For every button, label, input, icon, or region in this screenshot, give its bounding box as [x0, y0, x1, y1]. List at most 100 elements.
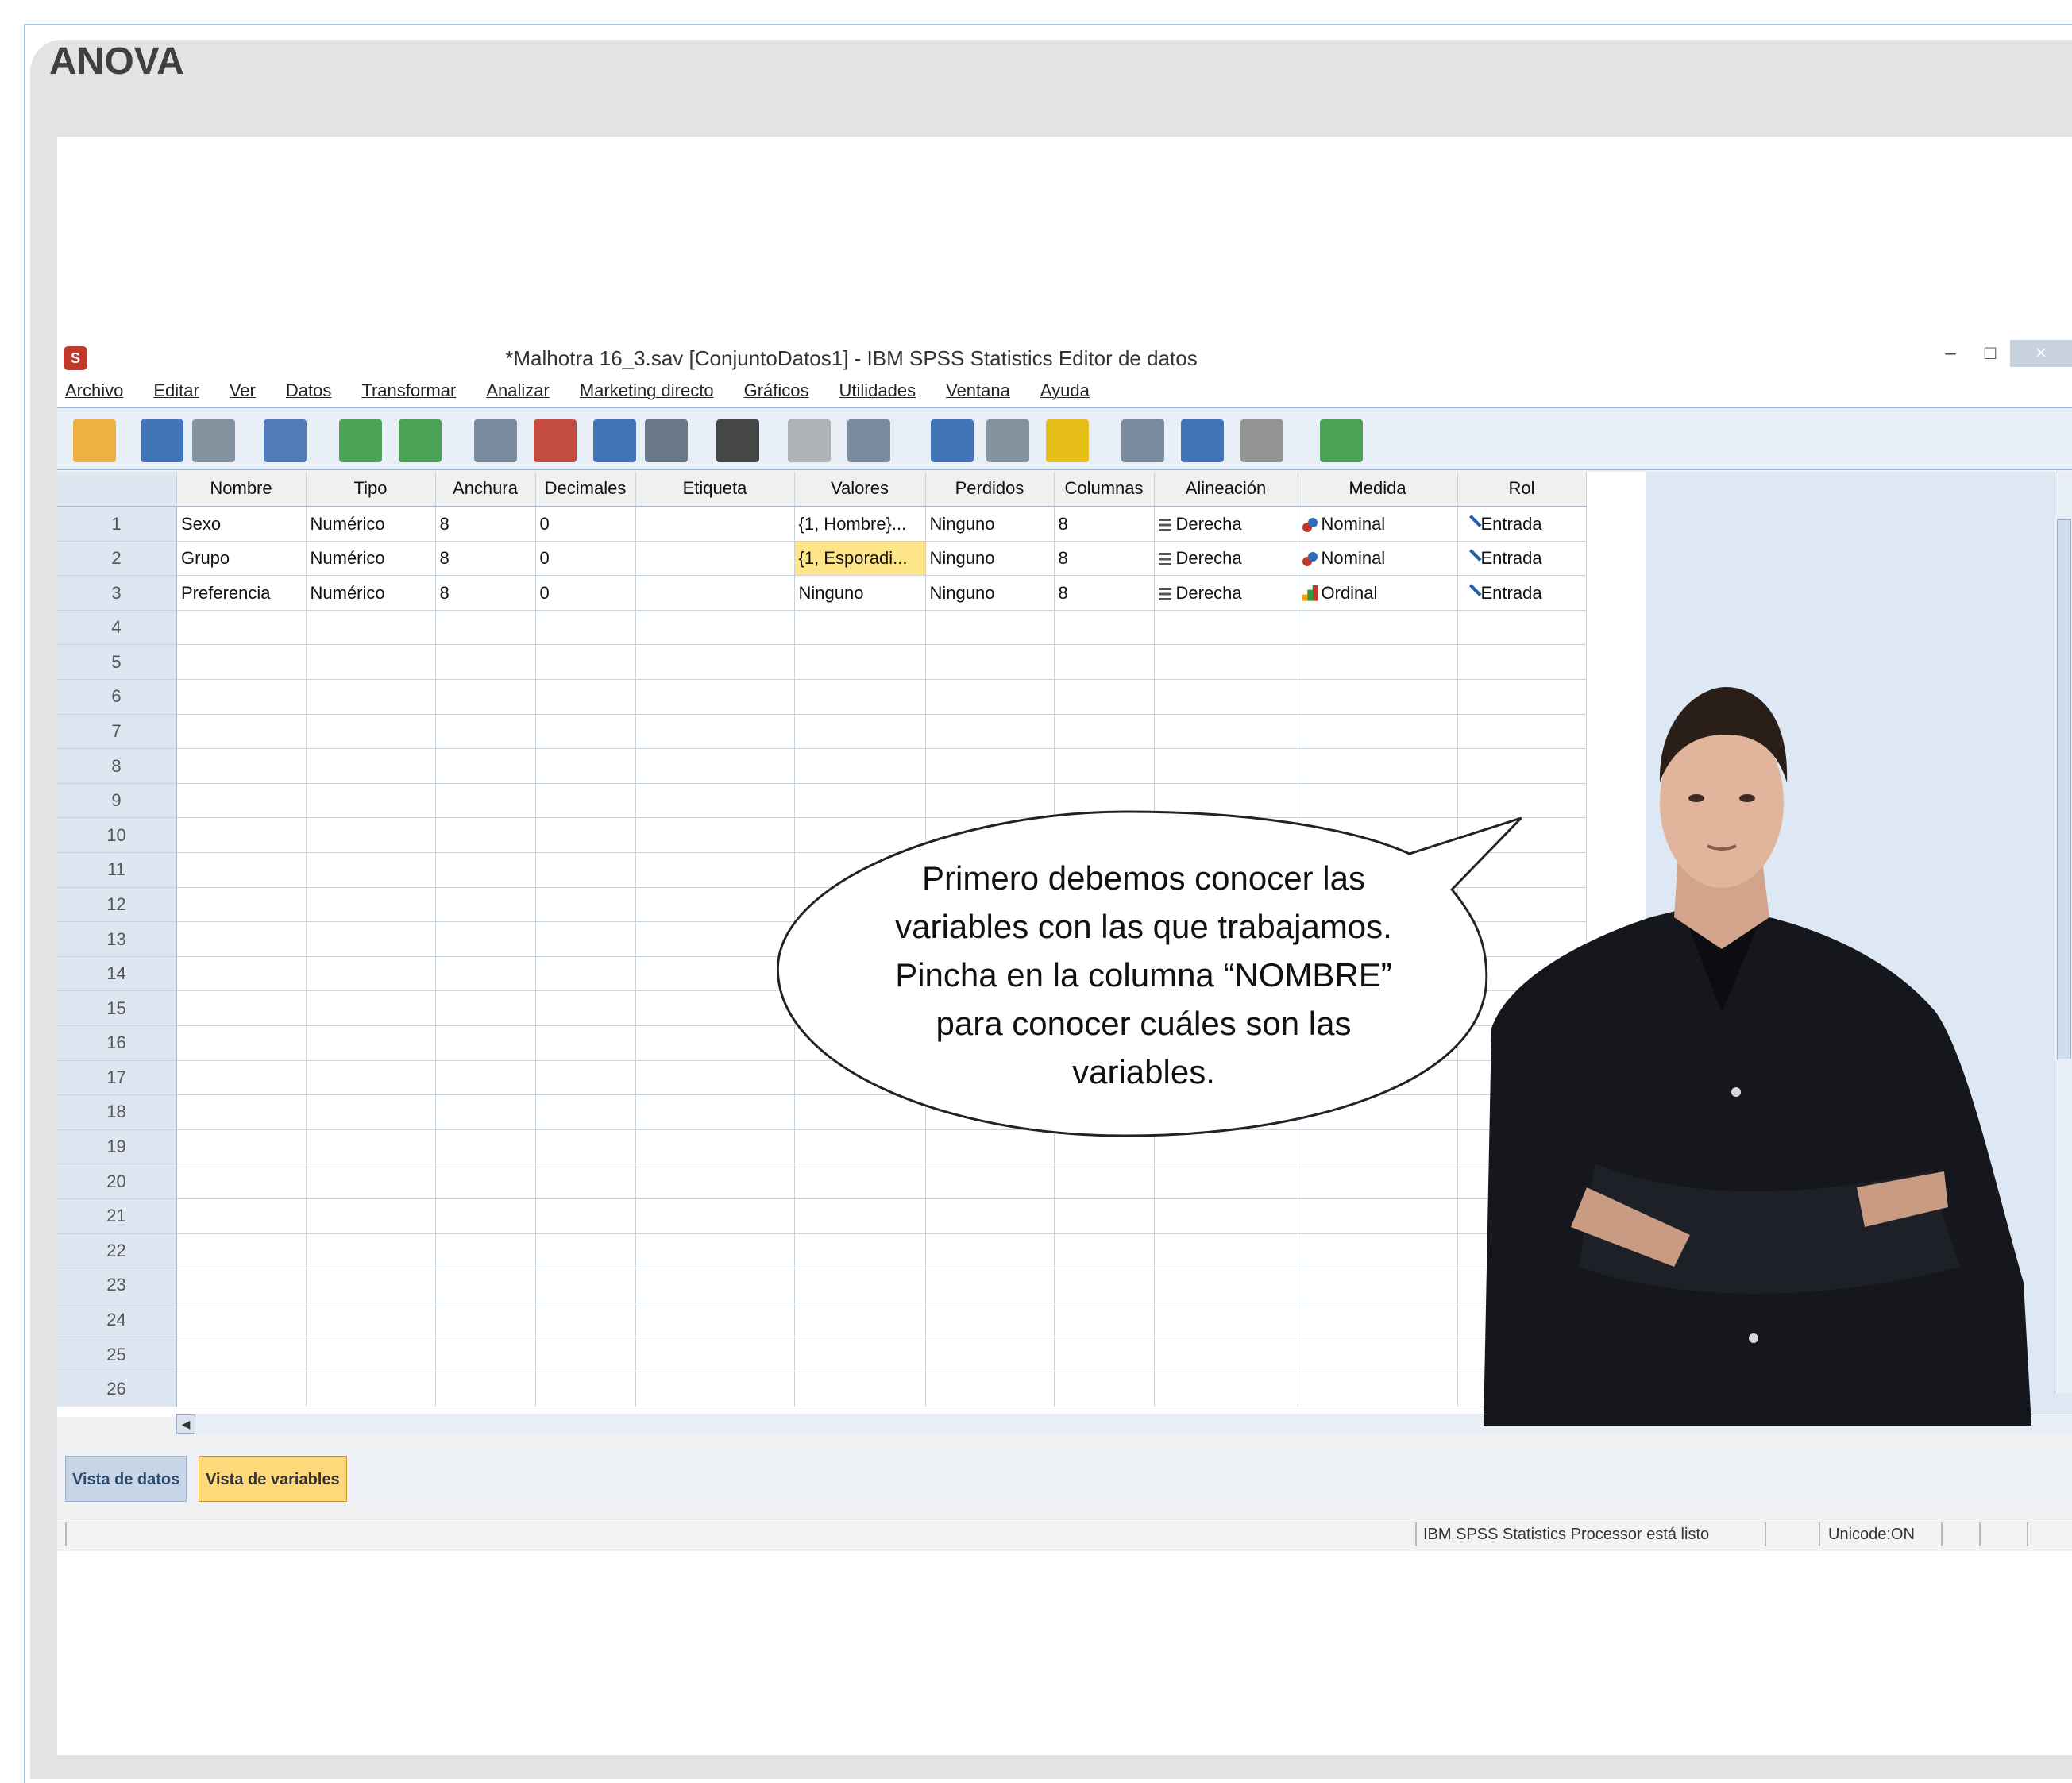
goto-case-icon[interactable]	[474, 419, 517, 462]
table-cell[interactable]	[635, 575, 795, 611]
row-header[interactable]: 6	[57, 679, 177, 715]
column-header-alineación[interactable]: Alineación	[1154, 472, 1298, 507]
table-cell[interactable]	[306, 921, 436, 957]
table-cell[interactable]	[176, 1060, 307, 1096]
menu-0[interactable]: Archivo	[65, 380, 123, 401]
row-header[interactable]: 19	[57, 1129, 177, 1165]
table-cell[interactable]	[306, 748, 436, 784]
table-cell[interactable]	[635, 679, 795, 715]
table-cell[interactable]	[306, 887, 436, 923]
table-cell[interactable]	[176, 1337, 307, 1372]
table-cell[interactable]	[306, 817, 436, 854]
table-cell[interactable]	[306, 1233, 436, 1269]
table-cell[interactable]: 8	[1054, 541, 1155, 577]
menu-5[interactable]: Analizar	[486, 380, 549, 401]
table-cell[interactable]	[1054, 1372, 1155, 1407]
table-cell[interactable]	[176, 1025, 307, 1061]
table-cell[interactable]	[306, 714, 436, 750]
row-header[interactable]: 20	[57, 1164, 177, 1199]
row-header[interactable]: 26	[57, 1372, 177, 1407]
table-cell[interactable]	[535, 1094, 636, 1130]
minimize-button[interactable]: –	[1931, 340, 1970, 367]
vertical-scroll-thumb[interactable]	[2057, 519, 2071, 1059]
table-cell[interactable]	[306, 679, 436, 715]
table-cell[interactable]	[1054, 644, 1155, 681]
table-cell[interactable]	[306, 610, 436, 646]
row-header[interactable]: 22	[57, 1233, 177, 1269]
table-cell[interactable]	[635, 610, 795, 646]
row-header[interactable]: 4	[57, 610, 177, 646]
menu-8[interactable]: Utilidades	[839, 380, 916, 401]
row-header[interactable]: 23	[57, 1268, 177, 1303]
table-cell[interactable]	[635, 1337, 795, 1372]
menu-7[interactable]: Gráficos	[744, 380, 809, 401]
find-icon[interactable]	[716, 419, 759, 462]
scroll-left-arrow-icon[interactable]: ◀	[176, 1414, 195, 1434]
table-cell[interactable]	[794, 1337, 926, 1372]
table-cell[interactable]	[535, 990, 636, 1026]
table-cell[interactable]	[794, 1268, 926, 1303]
table-cell[interactable]: Sexo	[176, 506, 307, 542]
table-cell[interactable]	[435, 921, 536, 957]
table-cell[interactable]	[306, 990, 436, 1026]
table-cell[interactable]	[176, 990, 307, 1026]
row-header[interactable]: 7	[57, 714, 177, 750]
table-cell[interactable]	[925, 1268, 1055, 1303]
table-cell[interactable]	[176, 1372, 307, 1407]
table-cell[interactable]	[635, 1198, 795, 1234]
table-cell[interactable]	[1054, 610, 1155, 646]
table-cell[interactable]	[1154, 1198, 1298, 1234]
undo-icon[interactable]	[339, 419, 382, 462]
table-cell[interactable]	[1298, 1303, 1458, 1338]
row-header[interactable]: 15	[57, 990, 177, 1026]
table-cell[interactable]	[535, 1060, 636, 1096]
table-cell[interactable]	[306, 644, 436, 681]
variables-icon[interactable]	[593, 419, 636, 462]
table-cell[interactable]	[306, 956, 436, 992]
table-cell[interactable]	[176, 1198, 307, 1234]
table-cell[interactable]	[435, 748, 536, 784]
table-cell[interactable]	[435, 783, 536, 819]
maximize-button[interactable]: □	[1970, 340, 2010, 367]
table-cell[interactable]	[435, 1233, 536, 1269]
run-descriptives-icon[interactable]	[645, 419, 688, 462]
table-cell[interactable]	[1298, 679, 1458, 715]
table-cell[interactable]: Derecha	[1154, 575, 1298, 611]
table-cell[interactable]	[794, 1233, 926, 1269]
table-cell[interactable]	[435, 1025, 536, 1061]
table-cell[interactable]	[925, 1198, 1055, 1234]
table-cell[interactable]: 8	[435, 575, 536, 611]
table-cell[interactable]	[306, 1094, 436, 1130]
table-cell[interactable]	[635, 644, 795, 681]
table-cell[interactable]	[535, 714, 636, 750]
table-cell[interactable]	[635, 1233, 795, 1269]
row-header[interactable]: 10	[57, 817, 177, 854]
table-cell[interactable]: 8	[1054, 506, 1155, 542]
table-cell[interactable]	[176, 1303, 307, 1338]
table-cell[interactable]	[176, 679, 307, 715]
table-cell[interactable]	[535, 817, 636, 854]
table-cell[interactable]	[1054, 1164, 1155, 1199]
table-cell[interactable]	[1154, 610, 1298, 646]
row-header[interactable]: 12	[57, 887, 177, 923]
column-header-tipo[interactable]: Tipo	[306, 472, 436, 507]
table-cell[interactable]: Preferencia	[176, 575, 307, 611]
row-header[interactable]: 17	[57, 1060, 177, 1096]
table-cell[interactable]	[306, 1268, 436, 1303]
table-cell[interactable]	[435, 1129, 536, 1165]
table-cell[interactable]	[435, 956, 536, 992]
table-cell[interactable]	[1054, 679, 1155, 715]
table-cell[interactable]	[635, 1268, 795, 1303]
table-cell[interactable]	[535, 1372, 636, 1407]
table-cell[interactable]	[176, 748, 307, 784]
table-cell[interactable]	[176, 1164, 307, 1199]
table-cell[interactable]	[435, 817, 536, 854]
table-cell[interactable]: Numérico	[306, 575, 436, 611]
table-cell[interactable]: 0	[535, 575, 636, 611]
use-sets-icon[interactable]	[1181, 419, 1224, 462]
goto-variable-icon[interactable]	[534, 419, 577, 462]
table-cell[interactable]	[925, 1372, 1055, 1407]
vertical-scrollbar[interactable]	[2055, 472, 2072, 1393]
table-cell[interactable]	[1154, 1268, 1298, 1303]
menu-2[interactable]: Ver	[230, 380, 256, 401]
